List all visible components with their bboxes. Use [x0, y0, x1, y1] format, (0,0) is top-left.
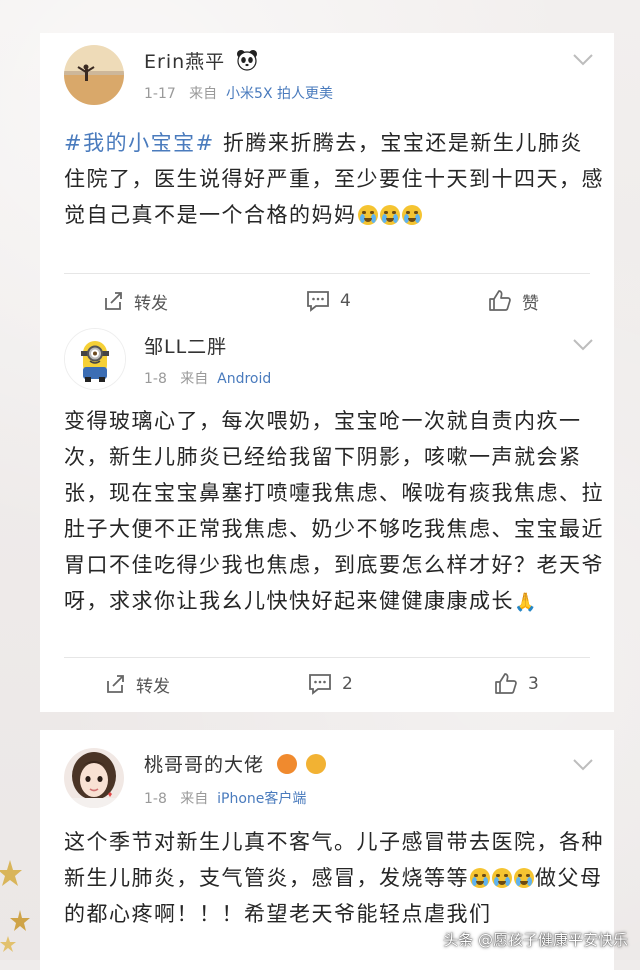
repost-button[interactable]: 转发: [104, 664, 170, 704]
hashtag-link[interactable]: #我的小宝宝#: [64, 131, 215, 155]
divider: [64, 273, 590, 274]
watermark: 头条 @愿孩子健康平安快乐: [443, 931, 628, 949]
post-card-1: Erin燕平 1-17 来自 小米5X 拍人更美 #我的小宝宝# 折腾来折腾去，…: [40, 33, 614, 335]
chevron-down-icon[interactable]: [572, 338, 594, 352]
post-content: 这个季节对新生儿真不客气。儿子感冒带去医院，各种新生儿肺炎，支气管炎，感冒，发烧…: [64, 824, 604, 932]
fire-badge-icon: [277, 754, 298, 774]
post-source[interactable]: 小米5X 拍人更美: [226, 86, 333, 102]
crying-emoji-icon: [492, 868, 512, 888]
crying-emoji-icon: [357, 205, 378, 225]
action-bar: 转发 2 3: [40, 664, 614, 704]
gold-stars-decoration: [0, 860, 30, 952]
repost-icon: [105, 292, 122, 310]
divider: [64, 657, 590, 658]
username[interactable]: 桃哥哥的大佬: [144, 750, 327, 777]
crying-emoji-icon: [470, 868, 490, 888]
like-button[interactable]: 赞: [488, 281, 539, 321]
username-text[interactable]: Erin燕平: [144, 51, 225, 73]
comment-count: 4: [340, 291, 351, 311]
avatar[interactable]: [64, 328, 126, 390]
username-text[interactable]: 桃哥哥的大佬: [144, 754, 264, 776]
from-label: 来自: [180, 371, 209, 387]
panda-icon: [236, 49, 258, 76]
chevron-down-icon[interactable]: [572, 53, 594, 67]
post-source[interactable]: Android: [217, 371, 271, 387]
post-meta: 1-8 来自 Android: [144, 368, 271, 388]
post-date: 1-17: [144, 86, 176, 102]
comment-button[interactable]: 2: [308, 664, 353, 704]
thumbs-up-icon: [489, 290, 511, 311]
post-source[interactable]: iPhone客户端: [217, 791, 306, 807]
post-date: 1-8: [144, 371, 167, 387]
from-label: 来自: [189, 86, 218, 102]
comment-button[interactable]: 4: [306, 281, 351, 321]
comment-icon: [309, 674, 331, 695]
praying-hands-icon: 🙏: [514, 592, 538, 613]
avatar[interactable]: [64, 748, 124, 808]
like-count: 3: [528, 674, 539, 694]
medal-badge-icon: [306, 754, 327, 774]
crying-emoji-icon: [379, 205, 400, 225]
post-meta: 1-8 来自 iPhone客户端: [144, 788, 306, 808]
thumbs-up-icon: [495, 673, 517, 694]
chevron-down-icon[interactable]: [572, 758, 594, 772]
repost-label: 转发: [134, 293, 168, 314]
comment-icon: [307, 291, 329, 312]
post-meta: 1-17 来自 小米5X 拍人更美: [144, 83, 333, 103]
avatar[interactable]: [64, 45, 124, 105]
comment-count: 2: [342, 674, 353, 694]
username[interactable]: Erin燕平: [144, 47, 258, 76]
post-content: 变得玻璃心了，每次喂奶，宝宝呛一次就自责内疚一次，新生儿肺炎已经给我留下阴影，咳…: [64, 403, 604, 621]
username-text[interactable]: 邹LL二胖: [144, 336, 227, 358]
post-content: #我的小宝宝# 折腾来折腾去，宝宝还是新生儿肺炎住院了，医生说得好严重，至少要住…: [64, 125, 604, 233]
action-bar: 转发 4 赞: [40, 281, 614, 321]
username[interactable]: 邹LL二胖: [144, 332, 227, 359]
like-label: 赞: [522, 293, 539, 314]
repost-button[interactable]: 转发: [102, 281, 168, 321]
post-date: 1-8: [144, 791, 167, 807]
crying-emoji-icon: [514, 868, 534, 888]
post-card-2: 邹LL二胖 1-8 来自 Android 变得玻璃心了，每次喂奶，宝宝呛一次就自…: [40, 318, 614, 712]
from-label: 来自: [180, 791, 209, 807]
post-text: 变得玻璃心了，每次喂奶，宝宝呛一次就自责内疚一次，新生儿肺炎已经给我留下阴影，咳…: [64, 409, 604, 613]
repost-icon: [107, 675, 124, 693]
like-button[interactable]: 3: [494, 664, 539, 704]
crying-emoji-icon: [401, 205, 422, 225]
repost-label: 转发: [136, 676, 170, 697]
